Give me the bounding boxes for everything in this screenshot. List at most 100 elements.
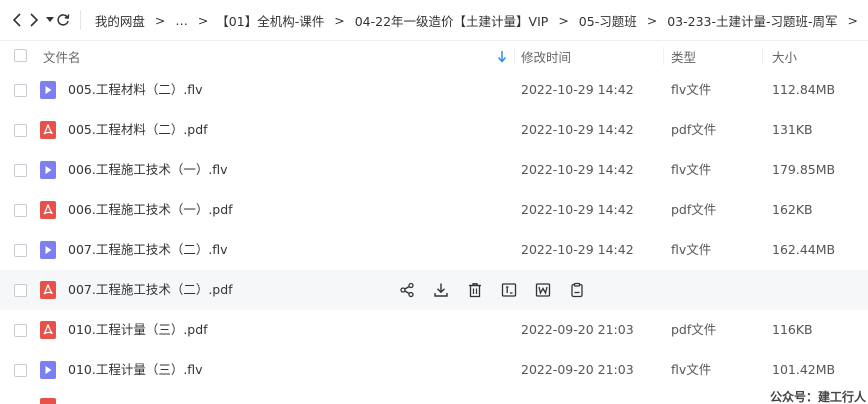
refresh-button[interactable] (56, 8, 70, 32)
pdf-file-icon (40, 321, 56, 339)
row-checkbox[interactable] (14, 244, 27, 257)
breadcrumb-item-root[interactable]: 我的网盘 (95, 11, 145, 30)
file-row[interactable]: 005.工程材料（二）.pdf 2022-10-29 14:42 pdf文件 1… (0, 110, 868, 150)
column-header-modified[interactable]: 修改时间 (521, 41, 571, 71)
delete-icon (469, 283, 481, 298)
breadcrumb: 我的网盘 > … > 【01】全机构-课件 > 04-22年一级造价【土建计量】… (95, 11, 868, 30)
download-icon (434, 283, 448, 297)
file-date: 2022-10-29 14:42 (521, 162, 634, 177)
file-date: 2022-10-29 14:42 (521, 122, 634, 137)
file-name[interactable]: 006.工程施工技术（一）.pdf (68, 190, 233, 230)
breadcrumb-item-courseware[interactable]: 【01】全机构-课件 (216, 11, 324, 30)
file-date: 2022-10-29 14:42 (521, 82, 634, 97)
video-file-icon (40, 81, 56, 99)
column-divider[interactable] (663, 47, 664, 65)
pdf-file-icon (40, 201, 56, 219)
file-name[interactable]: 010.工程计量（三）.pdf (68, 310, 208, 350)
file-type: flv文件 (671, 82, 712, 97)
delete-button[interactable] (466, 281, 484, 299)
file-name[interactable]: 005.工程材料（二）.flv (68, 70, 203, 110)
file-size: 116KB (772, 322, 813, 337)
breadcrumb-item-vip[interactable]: 04-22年一级造价【土建计量】VIP (355, 11, 549, 30)
word-icon (535, 283, 551, 297)
file-date: 2022-10-29 14:42 (521, 242, 634, 257)
row-checkbox[interactable] (14, 204, 27, 217)
file-size: 101.42MB (772, 362, 836, 377)
row-checkbox[interactable] (14, 284, 27, 297)
breadcrumb-item-current[interactable]: 03-233-土建计量-习题班-周军 (667, 11, 837, 30)
file-row[interactable]: 010.工程计量（三）.pdf 2022-09-20 21:03 pdf文件 1… (0, 310, 868, 350)
row-checkbox[interactable] (14, 364, 27, 377)
row-checkbox[interactable] (14, 164, 27, 177)
column-header-type[interactable]: 类型 (671, 41, 696, 71)
file-type: flv文件 (671, 162, 712, 177)
toolbar-divider (80, 10, 81, 30)
file-row-hovered[interactable]: 007.工程施工技术（二）.pdf (0, 270, 868, 310)
file-size: 162KB (772, 202, 813, 217)
row-checkbox[interactable] (14, 124, 27, 137)
pdf-file-icon (40, 121, 56, 139)
sort-arrow-down-icon[interactable] (497, 50, 507, 63)
breadcrumb-item-ellipsis[interactable]: … (175, 13, 188, 28)
breadcrumb-item-exercise-class[interactable]: 05-习题班 (579, 11, 637, 30)
file-row[interactable]: 006.工程施工技术（一）.pdf 2022-10-29 14:42 pdf文件… (0, 190, 868, 230)
chevron-left-icon (12, 13, 21, 27)
file-name[interactable]: 007.工程施工技术（二）.flv (68, 230, 228, 270)
video-file-icon (40, 241, 56, 259)
file-type: pdf文件 (671, 122, 717, 137)
video-file-icon (40, 161, 56, 179)
text-preview-icon (501, 283, 517, 297)
pdf-file-icon (40, 398, 56, 404)
video-file-icon (40, 361, 56, 379)
file-row[interactable]: 005.工程材料（二）.flv 2022-10-29 14:42 flv文件 1… (0, 70, 868, 110)
file-row[interactable]: 006.工程施工技术（一）.flv 2022-10-29 14:42 flv文件… (0, 150, 868, 190)
file-row[interactable]: 007.工程施工技术（二）.flv 2022-10-29 14:42 flv文件… (0, 230, 868, 270)
share-button[interactable] (398, 281, 416, 299)
file-type: pdf文件 (671, 202, 717, 217)
forward-button[interactable] (28, 8, 42, 32)
clipboard-button[interactable] (568, 281, 586, 299)
file-type: flv文件 (671, 362, 712, 377)
file-name[interactable]: 007.工程施工技术（二）.pdf (68, 270, 233, 310)
row-actions (398, 281, 602, 299)
file-list-header: 文件名 修改时间 类型 大小 (0, 40, 868, 70)
share-icon (400, 282, 414, 298)
file-size: 131KB (772, 122, 813, 137)
file-size: 112.84MB (772, 82, 836, 97)
breadcrumb-separator: > (154, 12, 166, 28)
file-row[interactable]: 010.工程计量（三）.flv 2022-09-20 21:03 flv文件 1… (0, 350, 868, 390)
file-size: 162.44MB (772, 242, 836, 257)
file-date: 2022-09-20 21:03 (521, 362, 634, 377)
breadcrumb-separator: > (334, 12, 345, 28)
breadcrumb-separator: > (197, 12, 209, 28)
refresh-icon (57, 14, 70, 26)
caret-down-icon (45, 17, 54, 22)
file-size: 179.85MB (772, 162, 836, 177)
file-name[interactable]: 010.工程计量（三）.flv (68, 350, 203, 390)
column-header-size[interactable]: 大小 (772, 41, 797, 71)
column-divider[interactable] (514, 47, 515, 65)
file-type: pdf文件 (671, 322, 717, 337)
file-date: 2022-09-20 21:03 (521, 322, 634, 337)
select-all-checkbox[interactable] (14, 49, 27, 62)
watermark: 公众号：建工行人 (769, 390, 866, 404)
pdf-file-icon (40, 281, 56, 299)
clipboard-icon (571, 282, 583, 298)
toolbar: 我的网盘 > … > 【01】全机构-课件 > 04-22年一级造价【土建计量】… (0, 0, 868, 40)
chevron-right-icon (30, 13, 39, 27)
back-button[interactable] (10, 8, 24, 32)
file-date: 2022-10-29 14:42 (521, 202, 634, 217)
word-convert-button[interactable] (534, 281, 552, 299)
file-name[interactable]: 006.工程施工技术（一）.flv (68, 150, 228, 190)
file-type: flv文件 (671, 242, 712, 257)
history-dropdown-button[interactable] (45, 8, 54, 32)
breadcrumb-trailing-separator: > (847, 12, 858, 28)
row-checkbox[interactable] (14, 84, 27, 97)
breadcrumb-separator: > (646, 12, 658, 28)
download-button[interactable] (432, 281, 450, 299)
column-header-name[interactable]: 文件名 (43, 41, 81, 71)
file-name[interactable]: 005.工程材料（二）.pdf (68, 110, 208, 150)
column-divider[interactable] (762, 47, 763, 65)
text-preview-button[interactable] (500, 281, 518, 299)
row-checkbox[interactable] (14, 324, 27, 337)
